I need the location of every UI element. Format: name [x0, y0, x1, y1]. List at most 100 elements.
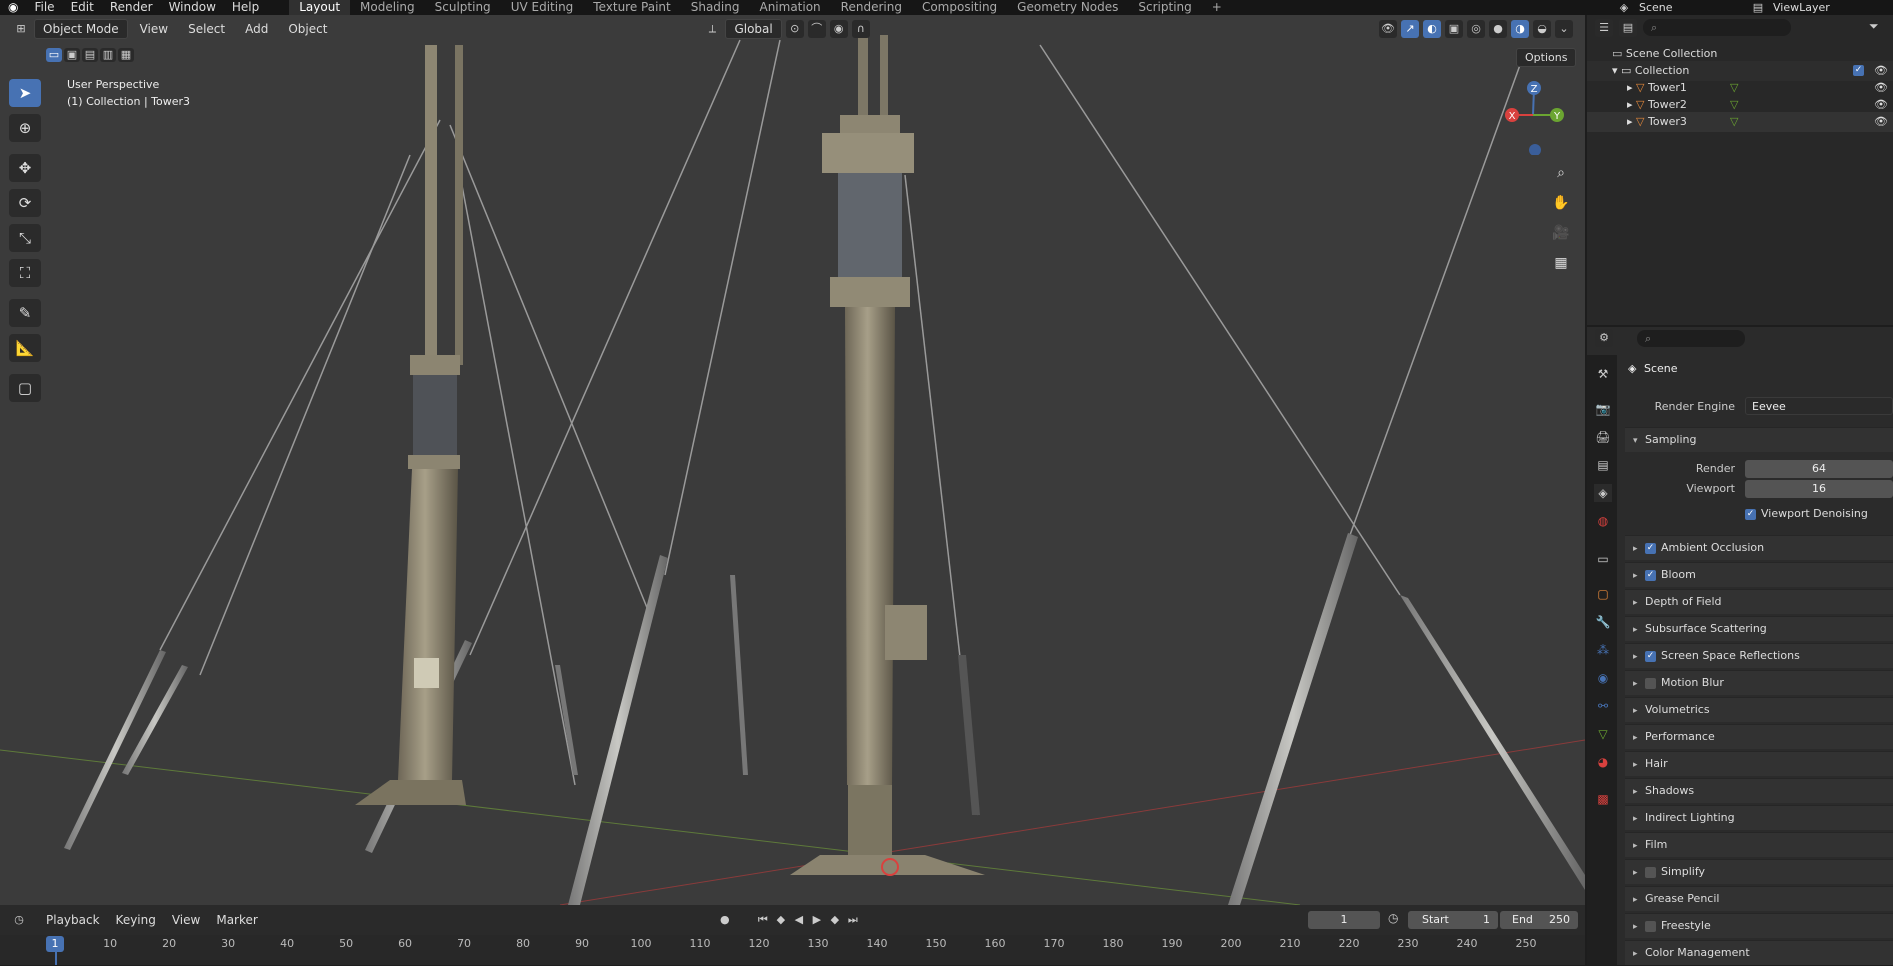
visibility-icon[interactable]: 👁: [1379, 20, 1397, 38]
expand-arrow-icon[interactable]: ▸: [1627, 81, 1636, 94]
shading-material-icon[interactable]: ◑: [1511, 20, 1529, 38]
menu-edit[interactable]: Edit: [63, 0, 102, 15]
rotate-tool-icon[interactable]: ⟳: [9, 189, 41, 217]
measure-tool-icon[interactable]: 📐: [9, 334, 41, 362]
select-box-tool-icon[interactable]: ➤: [9, 79, 41, 107]
panel-grease-pencil[interactable]: ▸ Grease Pencil: [1625, 886, 1893, 911]
add-cube-tool-icon[interactable]: ▢: [9, 374, 41, 402]
tab-geometry-nodes[interactable]: Geometry Nodes: [1007, 0, 1128, 15]
render-engine-dropdown[interactable]: Eevee: [1745, 397, 1893, 415]
display-mode-icon[interactable]: ▤: [1619, 19, 1637, 37]
prev-keyframe-icon[interactable]: ◆: [772, 911, 790, 929]
physics-tab-icon[interactable]: ◉: [1594, 669, 1612, 687]
start-frame-field[interactable]: Start 1: [1408, 911, 1498, 929]
data-tab-icon[interactable]: ▽: [1594, 725, 1612, 743]
modifier-tab-icon[interactable]: 🔧: [1594, 613, 1612, 631]
tab-rendering[interactable]: Rendering: [831, 0, 912, 15]
properties-search-input[interactable]: ⌕: [1637, 329, 1745, 347]
outliner-editor-type-icon[interactable]: ☰: [1595, 19, 1613, 37]
3d-viewport[interactable]: [0, 15, 1585, 905]
panel-screen-space-reflections[interactable]: ▸ ✓ Screen Space Reflections: [1625, 643, 1893, 668]
viewport-menu-view[interactable]: View: [132, 20, 176, 38]
texture-tab-icon[interactable]: ▩: [1594, 790, 1612, 808]
panel-subsurface-scattering[interactable]: ▸ Subsurface Scattering: [1625, 616, 1893, 641]
view-layer-icon[interactable]: ▤: [1749, 1, 1767, 14]
collection-exclude-checkbox[interactable]: ✓: [1853, 65, 1864, 76]
shading-options-icon[interactable]: ⌄: [1555, 20, 1573, 38]
viewport-menu-object[interactable]: Object: [280, 20, 335, 38]
record-icon[interactable]: ●: [716, 911, 734, 929]
expand-arrow-icon[interactable]: ▸: [1627, 115, 1636, 128]
viewport-menu-add[interactable]: Add: [237, 20, 276, 38]
material-tab-icon[interactable]: ◕: [1594, 753, 1612, 771]
camera-view-icon[interactable]: 🎥: [1549, 221, 1573, 245]
object-tab-icon[interactable]: ▢: [1594, 585, 1612, 603]
view-layer-field[interactable]: ViewLayer: [1767, 1, 1893, 14]
proportional-editing-icon[interactable]: ◉: [829, 20, 848, 38]
menu-render[interactable]: Render: [102, 0, 161, 15]
panel-motion-blur[interactable]: ▸ Motion Blur: [1625, 670, 1893, 695]
tab-compositing[interactable]: Compositing: [912, 0, 1007, 15]
play-icon[interactable]: ▶: [808, 911, 826, 929]
panel-bloom[interactable]: ▸ ✓ Bloom: [1625, 562, 1893, 587]
panel-freestyle[interactable]: ▸ Freestyle: [1625, 913, 1893, 938]
panel-volumetrics[interactable]: ▸ Volumetrics: [1625, 697, 1893, 722]
transform-orientation-icon[interactable]: ⟂: [703, 20, 721, 38]
viewport-denoising-checkbox[interactable]: ✓ Viewport Denoising: [1745, 507, 1868, 520]
tab-shading[interactable]: Shading: [681, 0, 750, 15]
menu-window[interactable]: Window: [161, 0, 224, 15]
panel-film[interactable]: ▸ Film: [1625, 832, 1893, 857]
shading-rendered-icon[interactable]: ◒: [1533, 20, 1551, 38]
transform-tool-icon[interactable]: ⛶: [9, 259, 41, 287]
panel-performance[interactable]: ▸ Performance: [1625, 724, 1893, 749]
overlay-toggle-icon[interactable]: ◐: [1423, 20, 1441, 38]
outliner-search-input[interactable]: ⌕: [1643, 19, 1791, 36]
select-intersect-icon[interactable]: ▦: [118, 48, 134, 62]
select-subtract-icon[interactable]: ▤: [82, 48, 98, 62]
select-invert-icon[interactable]: ▥: [100, 48, 116, 62]
falloff-icon[interactable]: ∩: [851, 20, 870, 38]
jump-start-icon[interactable]: ⏮: [754, 911, 772, 929]
panel-hair[interactable]: ▸ Hair: [1625, 751, 1893, 776]
outliner-object-tower3[interactable]: ▸ ▽ Tower3 ▽ 👁: [1587, 112, 1893, 132]
scene-name-field[interactable]: Scene: [1633, 1, 1749, 14]
scene-icon[interactable]: ◈: [1615, 1, 1633, 14]
blender-logo-icon[interactable]: ◉: [0, 0, 26, 15]
timeline-menu-keying[interactable]: Keying: [108, 911, 164, 929]
xray-toggle-icon[interactable]: ▣: [1445, 20, 1463, 38]
panel-enable-checkbox[interactable]: [1645, 866, 1656, 878]
select-extend-icon[interactable]: ▣: [64, 48, 80, 62]
panel-shadows[interactable]: ▸ Shadows: [1625, 778, 1893, 803]
play-reverse-icon[interactable]: ◀: [790, 911, 808, 929]
select-new-icon[interactable]: ▭: [46, 48, 62, 62]
expand-arrow-icon[interactable]: ▸: [1627, 98, 1636, 111]
scale-tool-icon[interactable]: ⤡: [9, 224, 41, 252]
render-samples-field[interactable]: 64: [1745, 460, 1893, 478]
gizmo-toggle-icon[interactable]: ↗: [1401, 20, 1419, 38]
next-keyframe-icon[interactable]: ◆: [826, 911, 844, 929]
output-tab-icon[interactable]: 🖨: [1594, 428, 1612, 446]
timeline-menu-playback[interactable]: Playback: [38, 911, 108, 929]
panel-enable-checkbox[interactable]: [1645, 920, 1656, 932]
viewport-samples-field[interactable]: 16: [1745, 480, 1893, 498]
mesh-data-icon[interactable]: ▽: [1730, 112, 1738, 132]
tool-tab-icon[interactable]: ⚒: [1594, 365, 1612, 383]
playhead-frame-indicator[interactable]: 1: [46, 936, 64, 952]
editor-type-icon[interactable]: ⊞: [12, 20, 30, 38]
panel-enable-checkbox[interactable]: ✓: [1645, 650, 1656, 662]
ortho-grid-icon[interactable]: ▦: [1549, 251, 1573, 275]
snap-icon[interactable]: ⌒: [807, 20, 826, 38]
tab-animation[interactable]: Animation: [749, 0, 830, 15]
view-layer-tab-icon[interactable]: ▤: [1594, 456, 1612, 474]
render-tab-icon[interactable]: 📷: [1594, 400, 1612, 418]
panel-depth-of-field[interactable]: ▸ Depth of Field: [1625, 589, 1893, 614]
scene-tab-icon[interactable]: ◈: [1594, 484, 1612, 502]
panel-enable-checkbox[interactable]: ✓: [1645, 542, 1656, 554]
panel-sampling[interactable]: ▾ Sampling: [1625, 427, 1893, 452]
pan-hand-icon[interactable]: ✋: [1549, 191, 1573, 215]
move-tool-icon[interactable]: ✥: [9, 154, 41, 182]
current-frame-field[interactable]: 1: [1308, 911, 1380, 929]
navigation-gizmo[interactable]: Z Y X: [1500, 75, 1570, 155]
panel-enable-checkbox[interactable]: [1645, 677, 1656, 689]
panel-indirect-lighting[interactable]: ▸ Indirect Lighting: [1625, 805, 1893, 830]
